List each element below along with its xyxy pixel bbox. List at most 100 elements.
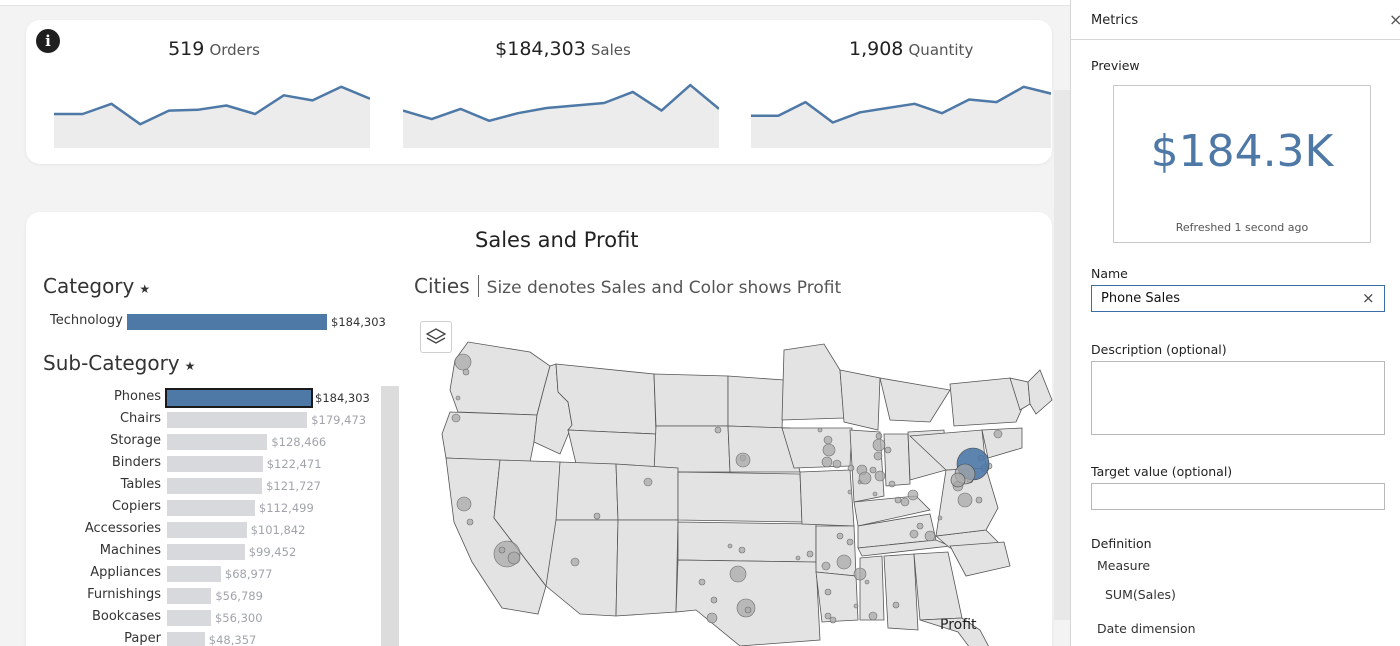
city-circle[interactable] [507,551,521,565]
city-circle[interactable] [643,477,653,487]
city-circle[interactable] [824,612,832,620]
city-circle[interactable] [847,489,853,495]
bar[interactable] [127,314,327,330]
info-icon[interactable]: i [36,29,60,53]
city-circle[interactable] [727,543,733,549]
city-circle[interactable] [735,452,751,468]
city-circle[interactable] [466,518,474,526]
city-circle[interactable] [950,472,966,488]
category-bar-row[interactable]: Technology $184,303 [0,312,400,332]
bar[interactable] [167,610,211,626]
subcategory-bar-row[interactable]: Binders $122,471 [0,454,400,474]
map-layers-button[interactable] [420,321,452,353]
city-circle[interactable] [698,578,706,586]
city-circle[interactable] [924,530,936,542]
city-circle[interactable] [836,532,844,540]
city-circle[interactable] [900,497,910,507]
subcategory-scrollbar[interactable] [381,386,399,646]
city-circle[interactable] [593,512,601,520]
subcategory-bar-row[interactable]: Phones $184,303 [0,388,400,408]
city-circle[interactable] [846,538,854,546]
city-circle[interactable] [853,603,859,609]
city-circle[interactable] [836,554,852,570]
city-circle[interactable] [888,480,896,488]
city-circle[interactable] [744,606,752,614]
city-circle[interactable] [706,612,718,624]
city-circle[interactable] [454,353,472,371]
bar[interactable] [167,566,221,582]
city-circle[interactable] [455,395,461,401]
subcategory-bar-row[interactable]: Bookcases $56,300 [0,608,400,628]
city-circle[interactable] [824,588,832,596]
bar[interactable] [167,588,212,604]
description-input[interactable] [1091,361,1385,435]
kpi-quantity[interactable]: 1,908 Quantity [849,38,973,66]
kpi-orders[interactable]: 519 Orders [164,38,264,66]
city-circle[interactable] [957,492,973,508]
subcategory-bar-row[interactable]: Storage $128,466 [0,432,400,452]
city-circle[interactable] [821,456,833,468]
kpi-sales[interactable]: $184,303 Sales [493,38,633,66]
city-circle[interactable] [937,515,943,521]
city-circle[interactable] [729,565,747,583]
city-circle[interactable] [710,596,718,604]
bar[interactable] [167,544,245,560]
city-circle[interactable] [909,529,919,539]
bar[interactable] [167,412,308,428]
subcategory-bar-row[interactable]: Paper $48,357 [0,630,400,646]
city-circle[interactable] [823,435,833,445]
bar[interactable] [167,434,268,450]
subcategory-bar-row[interactable]: Chairs $179,473 [0,410,400,430]
city-circle[interactable] [456,496,472,512]
city-circle[interactable] [821,561,831,571]
bar[interactable] [167,478,263,494]
subcategory-bar-row[interactable]: Furnishings $56,789 [0,586,400,606]
subcategory-bar-row[interactable]: Copiers $112,499 [0,498,400,518]
cities-map[interactable] [410,330,1060,646]
city-circle[interactable] [822,443,836,457]
city-circle[interactable] [853,567,867,581]
target-value-input[interactable] [1091,483,1385,510]
city-circle[interactable] [975,496,983,504]
city-circle[interactable] [875,432,883,440]
city-circle[interactable] [894,496,902,504]
city-circle[interactable] [864,579,870,585]
city-circle[interactable] [806,550,814,558]
city-circle[interactable] [451,413,461,423]
close-icon[interactable]: × [1389,10,1400,29]
city-circle[interactable] [738,546,746,554]
clear-icon[interactable]: × [1362,289,1375,307]
bar[interactable] [167,456,263,472]
city-circle[interactable] [884,446,892,454]
name-input[interactable] [1091,285,1385,312]
city-circle[interactable] [829,616,837,624]
city-circle[interactable] [916,522,924,530]
city-circle[interactable] [714,426,722,434]
bar[interactable] [167,522,247,538]
city-circle[interactable] [847,464,855,472]
city-circle[interactable] [817,427,823,433]
city-circle[interactable] [868,611,878,621]
city-circle[interactable] [462,368,470,376]
city-circle[interactable] [832,459,842,469]
bar[interactable] [167,632,205,646]
subcategory-bar-row[interactable]: Appliances $68,977 [0,564,400,584]
city-circle[interactable] [498,546,506,554]
subcategory-bar-row[interactable]: Machines $99,452 [0,542,400,562]
city-circle[interactable] [570,557,580,567]
city-circle[interactable] [872,438,886,452]
bar[interactable] [165,388,313,408]
bar[interactable] [167,500,255,516]
city-circle[interactable] [872,491,878,497]
city-circle[interactable] [993,429,1003,439]
city-circle[interactable] [869,466,877,474]
measure-value[interactable]: SUM(Sales) [1105,587,1176,602]
city-circle[interactable] [892,601,900,609]
city-circle[interactable] [873,451,883,461]
subcategory-bar-row[interactable]: Accessories $101,842 [0,520,400,540]
city-circle[interactable] [874,470,886,482]
city-circle[interactable] [907,489,919,501]
city-circle[interactable] [858,471,872,485]
subcategory-bar-row[interactable]: Tables $121,727 [0,476,400,496]
city-circle[interactable] [795,555,801,561]
